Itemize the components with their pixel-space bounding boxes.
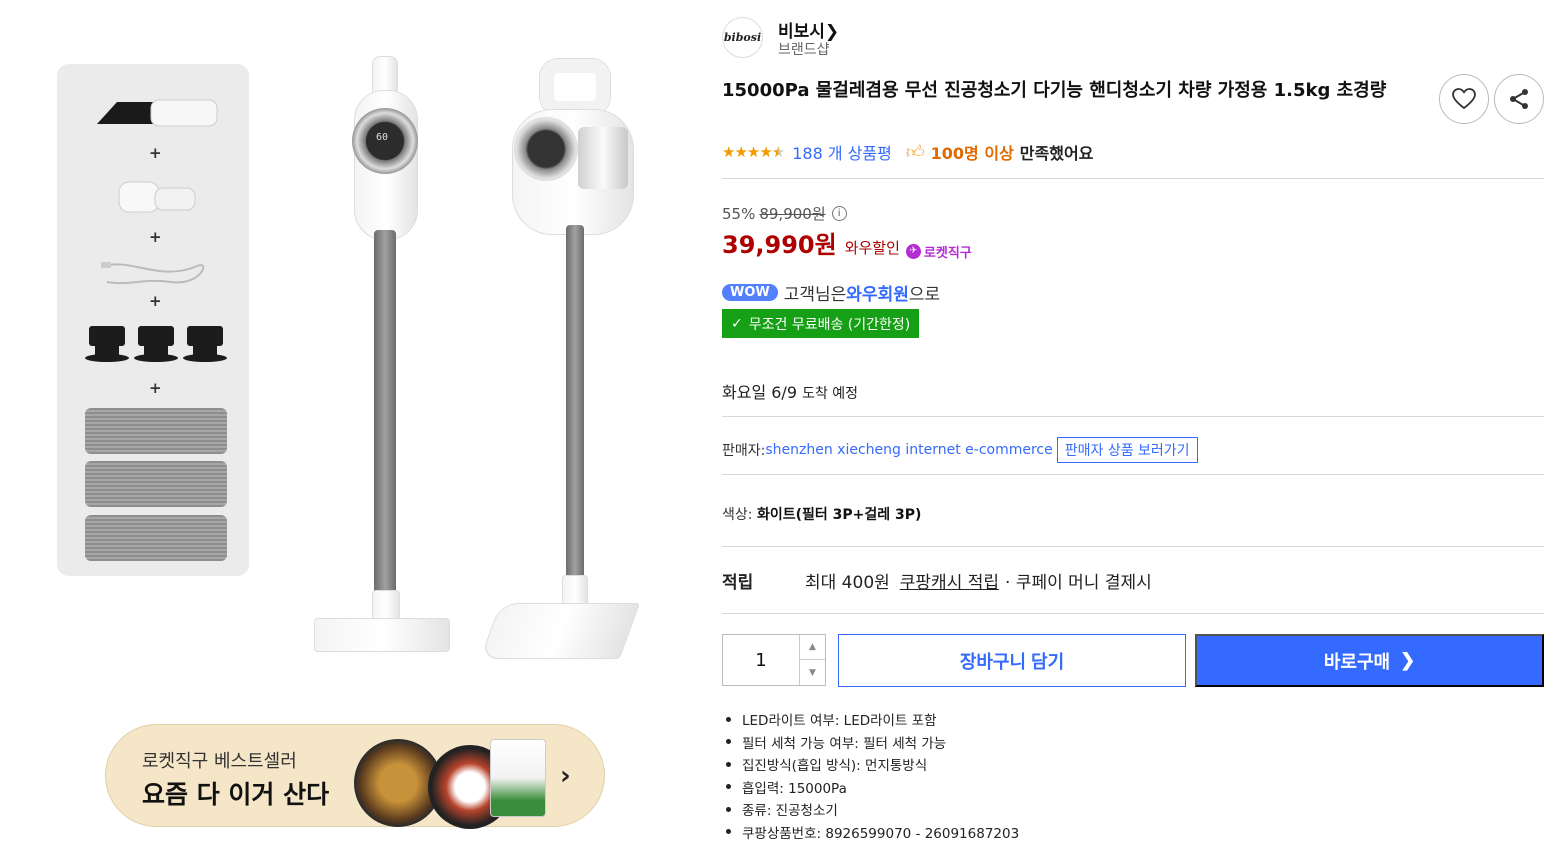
- seller-name-link[interactable]: shenzhen xiecheng internet e-commerce: [765, 442, 1052, 458]
- list-item: 종류: 진공청소기: [722, 798, 1019, 821]
- wow-discount-label: 와우할인: [844, 239, 900, 257]
- free-shipping-label: 무조건 무료배송 (기간한정): [748, 316, 911, 333]
- plus-icon: +: [149, 228, 162, 246]
- heart-icon: [1452, 88, 1476, 110]
- delivery-day: 화요일 6/9: [722, 383, 797, 402]
- list-item: 필터 세척 가능 여부: 필터 세척 가능: [722, 731, 1019, 754]
- plus-icon: +: [149, 292, 162, 310]
- list-item: 집진방식(흡입 방식): 먼지통방식: [722, 753, 1019, 776]
- points-label: 적립: [722, 573, 754, 593]
- rating-row: ★★★★★ 188 개 상품평 👍︎ 100명 이상 만족했어요: [722, 141, 1093, 163]
- wishlist-button[interactable]: [1439, 74, 1489, 124]
- vacuum-front-image: 60: [310, 50, 460, 660]
- buy-now-button[interactable]: 바로구매 ❯: [1195, 634, 1544, 687]
- points-condition: · 쿠페이 머니 결제시: [1005, 573, 1152, 593]
- color-label: 색상:: [722, 507, 753, 523]
- plus-icon: +: [149, 379, 162, 397]
- product-title: 15000Pa 물걸레겸용 무선 진공청소기 다기능 핸디청소기 차량 가정용 …: [722, 80, 1387, 101]
- chevron-down-icon: ▼: [809, 667, 816, 678]
- divider: [722, 474, 1544, 475]
- delivery-suffix: 도착 예정: [802, 386, 859, 402]
- brand-logo[interactable]: bibosi: [722, 17, 763, 58]
- promo-line1: 로켓직구 베스트셀러: [142, 751, 297, 772]
- satisfied-count: 100명 이상: [930, 144, 1014, 163]
- promo-product-image: [490, 739, 546, 817]
- quantity-increase-button[interactable]: ▲: [799, 635, 825, 660]
- original-price: 89,900원: [759, 205, 826, 223]
- add-to-cart-button[interactable]: 장바구니 담기: [838, 634, 1186, 687]
- thumbs-up-icon: 👍︎: [905, 142, 925, 163]
- discount-row: 55% 89,900원 i: [722, 203, 847, 224]
- points-max: 최대 400원: [805, 573, 890, 593]
- chevron-up-icon: ▲: [809, 642, 816, 652]
- color-option[interactable]: 색상: 화이트(필터 3P+걸레 3P): [722, 504, 921, 524]
- check-icon: ✓: [731, 315, 743, 332]
- points-row: 적립 최대 400원 쿠팡캐시 적립 · 쿠페이 머니 결제시: [722, 568, 1152, 593]
- filters-image: [85, 326, 227, 362]
- chevron-right-icon: ❯: [1400, 650, 1416, 670]
- sale-price: 39,990원: [722, 231, 837, 259]
- seller-products-button[interactable]: 판매자 상품 보러가기: [1056, 437, 1198, 463]
- rocket-direct-badge: ✈︎ 로켓직구: [905, 242, 972, 261]
- wow-badge: WOW: [722, 284, 778, 301]
- list-item: 흡입력: 15000Pa: [722, 776, 1019, 799]
- seller-label: 판매자:: [722, 443, 766, 459]
- divider: [722, 613, 1544, 614]
- wow-text-before: 고객님은: [783, 285, 847, 305]
- divider: [722, 178, 1544, 179]
- review-count-link[interactable]: 188 개 상품평: [792, 140, 892, 164]
- list-item: 쿠팡상품번호: 8926599070 - 26091687203: [722, 821, 1019, 844]
- plus-icon: +: [149, 144, 162, 162]
- crevice-tool-image: [97, 99, 218, 127]
- promo-banner[interactable]: 로켓직구 베스트셀러 요즘 다 이거 산다 ›: [105, 724, 605, 829]
- promo-line2: 요즘 다 이거 산다: [142, 780, 330, 809]
- quantity-decrease-button[interactable]: ▼: [799, 660, 825, 685]
- rocket-icon: ✈︎: [905, 243, 921, 259]
- discount-rate: 55%: [722, 204, 756, 223]
- star-rating: ★★★★★: [722, 143, 785, 161]
- buy-now-label: 바로구매: [1323, 651, 1391, 672]
- info-icon[interactable]: i: [831, 206, 847, 221]
- mop-pad-image: [85, 408, 227, 454]
- price-row: 39,990원 와우할인 ✈︎ 로켓직구: [722, 225, 972, 261]
- color-value: 화이트(필터 3P+걸레 3P): [756, 507, 922, 523]
- brand-shop-label: 브랜드샵: [778, 42, 830, 58]
- seller-row: 판매자: shenzhen xiecheng internet e-commer…: [722, 437, 1198, 463]
- wow-member-label: 와우회원: [846, 285, 909, 305]
- divider: [722, 416, 1544, 417]
- rocket-label: 로켓직구: [923, 245, 972, 261]
- satisfied-text: 만족했어요: [1019, 144, 1094, 163]
- wow-member-row: WOW 고객님은 와우회원 으로: [722, 280, 940, 305]
- divider: [722, 546, 1544, 547]
- vacuum-side-image: [479, 55, 650, 665]
- brush-tool-image: [118, 181, 196, 213]
- wow-text-after: 으로: [908, 285, 941, 305]
- quantity-input[interactable]: 1: [723, 635, 799, 685]
- delivery-estimate: 화요일 6/9 도착 예정: [722, 379, 858, 403]
- accessories-panel: + + + +: [57, 64, 249, 576]
- spec-list: LED라이트 여부: LED라이트 포함 필터 세척 가능 여부: 필터 세척 …: [722, 708, 1019, 843]
- charging-cable-image: [101, 262, 205, 285]
- free-shipping-badge: ✓ 무조건 무료배송 (기간한정): [722, 309, 920, 338]
- coupang-cash-link[interactable]: 쿠팡캐시 적립: [900, 568, 999, 593]
- chevron-right-icon: ›: [560, 761, 571, 791]
- mop-pad-image: [85, 515, 227, 561]
- list-item: LED라이트 여부: LED라이트 포함: [722, 708, 1019, 731]
- mop-pad-image: [85, 461, 227, 507]
- share-button[interactable]: [1494, 74, 1544, 124]
- quantity-stepper[interactable]: 1 ▲ ▼: [722, 634, 826, 686]
- share-icon: [1510, 89, 1528, 109]
